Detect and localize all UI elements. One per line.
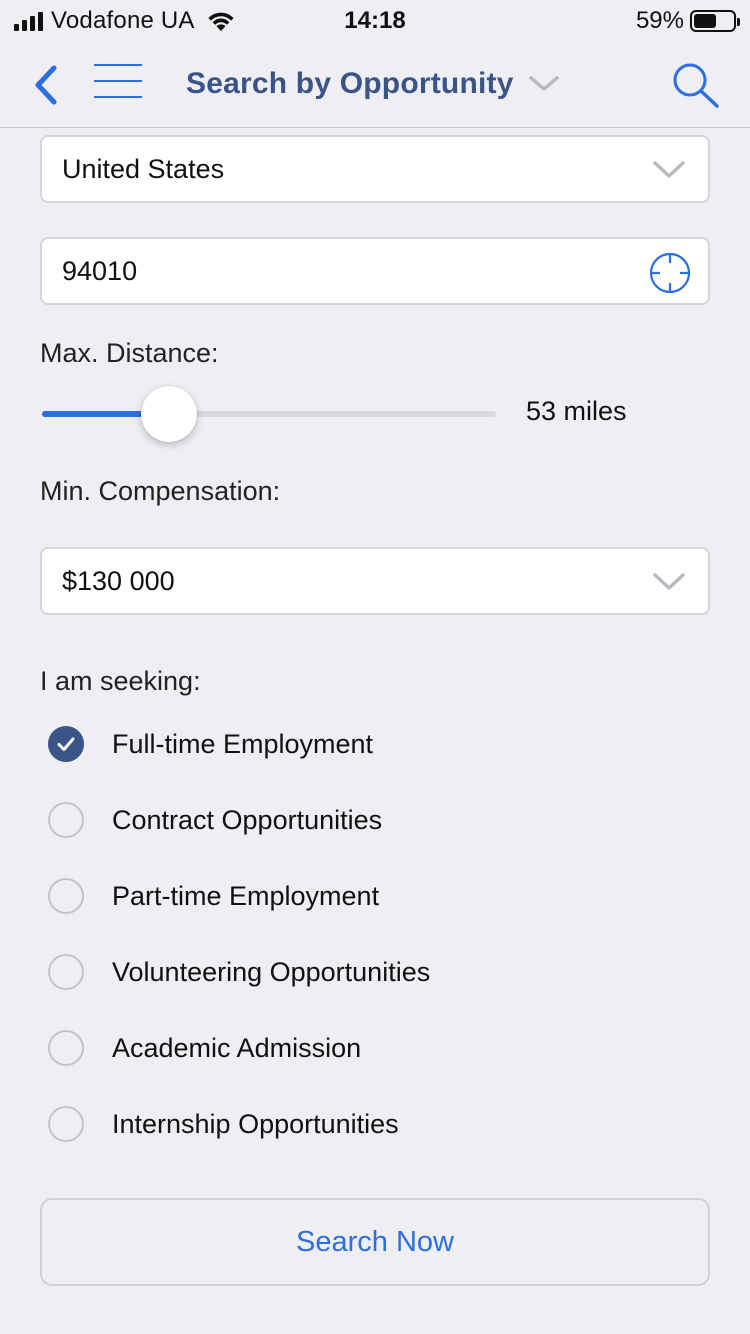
chevron-down-icon [653,161,685,178]
min-compensation-select[interactable]: $130 000 [40,547,710,615]
seeking-option[interactable]: Volunteering Opportunities [48,950,648,994]
max-distance-value: 53 miles [526,396,627,426]
max-distance-slider[interactable] [40,386,500,442]
seeking-option[interactable]: Part-time Employment [48,874,648,918]
seeking-option[interactable]: Contract Opportunities [48,798,648,842]
nav-bar: Search by Opportunity [0,40,750,128]
hamburger-menu-icon[interactable] [94,64,142,104]
nav-title-dropdown[interactable]: Search by Opportunity [186,64,560,104]
option-label: Internship Opportunities [112,1108,399,1139]
option-label: Part-time Employment [112,880,380,911]
status-bar: Vodafone UA 14:18 59% [0,0,750,40]
min-compensation-label: Min. Compensation: [40,476,281,506]
page-title: Search by Opportunity [186,67,514,100]
radio-button[interactable] [48,878,84,914]
radio-button[interactable] [48,1106,84,1142]
radio-button[interactable] [48,802,84,838]
status-right: 59% [635,6,740,36]
seeking-label: I am seeking: [40,666,201,696]
zip-code-value: 94010 [62,255,138,286]
seeking-option[interactable]: Full-time Employment [48,722,648,766]
radio-button[interactable] [48,954,84,990]
back-chevron-icon[interactable] [26,62,66,108]
seeking-option[interactable]: Academic Admission [48,1026,648,1070]
country-value: United States [62,153,225,184]
country-select[interactable]: United States [40,135,710,203]
radio-button[interactable] [48,1030,84,1066]
option-label: Contract Opportunities [112,804,383,835]
search-icon[interactable] [670,60,722,110]
battery-icon [690,10,740,32]
radio-button[interactable] [48,726,84,762]
max-distance-label: Max. Distance: [40,338,219,368]
seeking-option[interactable]: Internship Opportunities [48,1102,648,1146]
chevron-down-icon [653,573,685,590]
option-label: Academic Admission [112,1032,362,1063]
zip-code-input[interactable]: 94010 [40,237,710,305]
chevron-down-icon [528,76,559,91]
min-compensation-value: $130 000 [62,565,175,596]
battery-percent: 59% [635,7,684,34]
checkmark-icon [57,737,75,751]
battery-level [694,14,717,28]
locate-crosshair-icon[interactable] [648,251,692,295]
slider-thumb[interactable] [141,386,198,442]
option-label: Full-time Employment [112,728,374,759]
search-now-button[interactable]: Search Now [40,1198,710,1286]
option-label: Volunteering Opportunities [112,956,431,987]
